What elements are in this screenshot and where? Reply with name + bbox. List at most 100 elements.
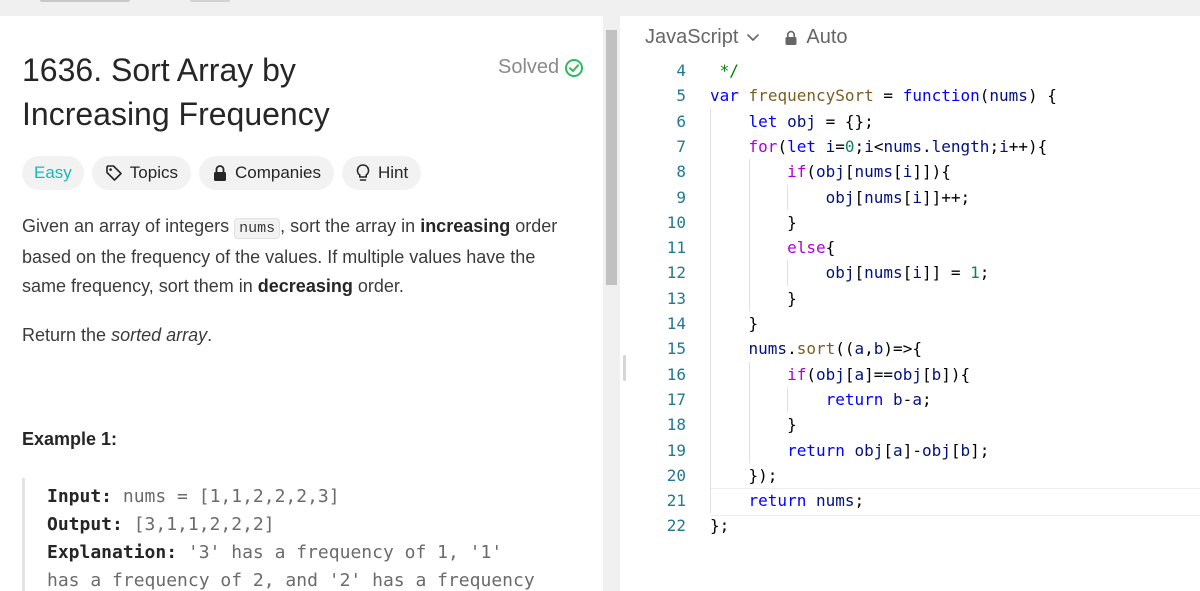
desc-text: order. xyxy=(352,276,404,296)
language-label: JavaScript xyxy=(645,26,739,48)
difficulty-tag[interactable]: Easy xyxy=(22,156,84,190)
line-number: 9 xyxy=(676,187,686,207)
code-text: if(obj[a]==obj[b]){ xyxy=(787,364,971,384)
companies-label: Companies xyxy=(234,163,321,182)
desc-text: Return the xyxy=(22,325,112,345)
line-number: 13 xyxy=(666,288,686,308)
example-block: Input: nums = [1,1,2,2,2,3] Output: [3,1… xyxy=(22,478,603,591)
code-text: } xyxy=(787,212,797,232)
example-input-value: nums = [1,1,2,2,2,3] xyxy=(112,486,340,507)
code-line[interactable]: 10 } xyxy=(628,210,1200,235)
auto-label: Auto xyxy=(806,26,848,48)
code-text: return b-a; xyxy=(825,389,932,409)
code-line[interactable]: 7 for(let i=0;i<nums.length;i++){ xyxy=(628,134,1200,159)
line-number: 6 xyxy=(676,111,686,131)
example-explanation-label: Explanation: xyxy=(47,542,178,563)
solved-status: Solved xyxy=(498,56,584,79)
code-text: var frequencySort = function(nums) { xyxy=(710,86,1057,106)
line-number: 21 xyxy=(666,491,686,511)
code-line[interactable]: 12 obj[nums[i]] = 1; xyxy=(628,260,1200,285)
line-number: 19 xyxy=(666,440,686,460)
code-line[interactable]: 9 obj[nums[i]]++; xyxy=(628,185,1200,210)
hint-tag[interactable]: Hint xyxy=(341,156,422,190)
code-text: else{ xyxy=(787,238,836,258)
example-explanation: Explanation: '3' has a frequency of 1, '… xyxy=(47,542,502,563)
chevron-down-icon xyxy=(747,33,760,41)
return-description: Return the sorted array. xyxy=(22,325,212,346)
top-strip xyxy=(0,0,1200,16)
example-explanation-value: '3' has a frequency of 1, '1' xyxy=(177,542,503,563)
code-line[interactable]: 5 var frequencySort = function(nums) { xyxy=(628,83,1200,108)
lightbulb-icon xyxy=(356,164,370,181)
code-text: } xyxy=(787,415,797,435)
line-number: 8 xyxy=(676,162,686,182)
example-output-value: [3,1,1,2,2,2] xyxy=(122,514,275,535)
editor-toolbar: JavaScript Auto xyxy=(628,26,848,49)
desc-text: . xyxy=(207,325,213,345)
example-input: Input: nums = [1,1,2,2,2,3] xyxy=(47,486,340,507)
code-line[interactable]: 6 let obj = {}; xyxy=(628,109,1200,134)
check-circle-icon xyxy=(565,58,584,77)
example-input-label: Input: xyxy=(47,486,113,507)
code-line[interactable]: 13 } xyxy=(628,286,1200,311)
line-number: 12 xyxy=(666,263,686,283)
code-text: }); xyxy=(748,465,778,485)
code-line[interactable]: 18 } xyxy=(628,412,1200,437)
line-number: 10 xyxy=(666,212,686,232)
auto-mode-toggle[interactable]: Auto xyxy=(784,26,848,49)
tag-row: Easy Topics Companies Hint xyxy=(22,156,422,190)
line-number: 20 xyxy=(666,465,686,485)
code-text: } xyxy=(748,314,759,333)
code-line[interactable]: 4 */ xyxy=(628,58,1200,83)
code-text: return nums; xyxy=(748,491,865,511)
code-text: for(let i=0;i<nums.length;i++){ xyxy=(748,136,1048,156)
topics-label: Topics xyxy=(129,163,178,182)
code-text: obj[nums[i]]++; xyxy=(825,187,971,207)
scrollbar-thumb[interactable] xyxy=(606,30,617,285)
code-line[interactable]: 15 nums.sort((a,b)=>{ xyxy=(628,336,1200,361)
desc-text: , sort the array in xyxy=(280,216,421,236)
code-line[interactable]: 20 }); xyxy=(628,463,1200,488)
line-number: 15 xyxy=(666,339,686,359)
lock-icon xyxy=(785,30,797,45)
code-line[interactable]: 14 } xyxy=(628,311,1200,336)
line-number: 11 xyxy=(666,238,686,258)
lock-icon xyxy=(213,165,226,181)
code-text: } xyxy=(787,288,797,308)
code-line[interactable]: 19 return obj[a]-obj[b]; xyxy=(628,438,1200,463)
line-number: 16 xyxy=(666,364,686,384)
code-line[interactable]: 11 else{ xyxy=(628,235,1200,260)
code-line[interactable]: 21 return nums; xyxy=(628,488,1200,513)
line-number: 18 xyxy=(666,415,686,435)
inline-code: nums xyxy=(234,218,281,239)
line-number: 22 xyxy=(666,516,686,536)
code-text: nums.sort((a,b)=>{ xyxy=(748,339,922,359)
example-output-label: Output: xyxy=(47,514,123,535)
tag-icon xyxy=(105,165,122,181)
example-heading: Example 1: xyxy=(22,429,118,449)
top-strip-fragment xyxy=(190,0,230,2)
example-output: Output: [3,1,1,2,2,2] xyxy=(47,514,275,535)
desc-bold: increasing xyxy=(420,216,511,236)
code-text: let obj = {}; xyxy=(748,111,874,131)
difficulty-label: Easy xyxy=(34,163,72,182)
topics-tag[interactable]: Topics xyxy=(91,156,191,190)
desc-text: Given an array of integers xyxy=(22,216,235,236)
problem-title: 1636. Sort Array by Increasing Frequency xyxy=(22,52,330,132)
code-text: return obj[a]-obj[b]; xyxy=(787,440,990,460)
hint-label: Hint xyxy=(377,163,409,182)
panel-resize-handle[interactable] xyxy=(623,355,626,381)
language-selector[interactable]: JavaScript xyxy=(645,26,760,49)
code-text: }; xyxy=(710,516,730,536)
code-line[interactable]: 17 return b-a; xyxy=(628,387,1200,412)
code-line[interactable]: 16 if(obj[a]==obj[b]){ xyxy=(628,362,1200,387)
description-panel: 1636. Sort Array by Increasing Frequency… xyxy=(0,16,603,591)
code-text: obj[nums[i]] = 1; xyxy=(825,263,990,283)
code-text: */ xyxy=(710,61,739,80)
code-line[interactable]: 22}; xyxy=(628,513,1200,538)
code-line[interactable]: 8 if(obj[nums[i]]){ xyxy=(628,159,1200,184)
line-number: 4 xyxy=(676,61,686,80)
companies-tag[interactable]: Companies xyxy=(198,156,334,190)
problem-description: Given an array of integers nums, sort th… xyxy=(22,212,582,301)
desc-bold: decreasing xyxy=(257,276,353,296)
